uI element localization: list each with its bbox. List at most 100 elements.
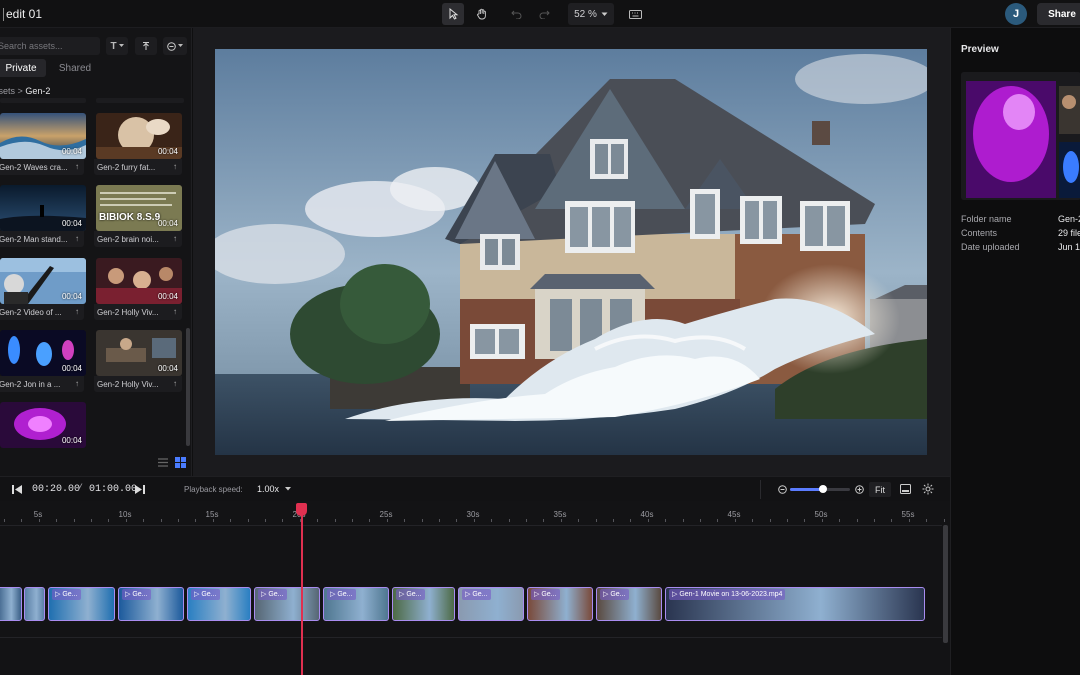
asset-thumbnail[interactable]: BIBIOK 8.S.9 00:04 <box>96 185 182 231</box>
contents-label: Contents <box>961 228 998 238</box>
pin-icon[interactable]: ↑ <box>173 379 177 388</box>
ruler-tick <box>735 519 736 522</box>
hand-icon <box>477 8 486 20</box>
ruler-tick <box>526 519 527 522</box>
redo-button[interactable] <box>533 3 555 25</box>
current-time: 00:20.00 <box>32 484 81 495</box>
asset-caption: Gen-2 Holly Viv... ↑ <box>94 304 182 320</box>
timeline-clip[interactable]: ▷ Ge... <box>527 587 593 621</box>
asset-thumbnail[interactable]: 00:04 <box>0 113 86 159</box>
playback-speed-select[interactable]: 1.00x <box>257 484 279 494</box>
timeline[interactable]: 5s10s15s20s25s30s35s40s45s50s55s ▷ Ge...… <box>0 501 950 675</box>
ruler-tick <box>265 519 266 522</box>
ruler-tick <box>700 519 701 522</box>
ruler-tick <box>352 519 353 522</box>
hide-filter-button[interactable] <box>163 37 187 55</box>
asset-thumbnail[interactable]: 00:04 <box>0 185 86 231</box>
asset-thumbnail[interactable]: 00:04 <box>96 113 182 159</box>
ruler-tick <box>143 519 144 522</box>
pin-icon[interactable]: ↑ <box>75 379 79 388</box>
asset-duration: 00:04 <box>157 364 178 373</box>
timeline-clip[interactable]: ▷ Ge... <box>458 587 524 621</box>
zoom-in-icon[interactable] <box>855 485 864 494</box>
tab-shared[interactable]: Shared <box>52 59 98 77</box>
settings-icon[interactable] <box>922 483 934 495</box>
asset-thumbnail[interactable]: 00:04 <box>0 402 86 448</box>
user-avatar[interactable]: J <box>1005 3 1027 25</box>
skip-back-icon[interactable] <box>12 485 22 494</box>
timeline-clip[interactable]: ▷ Gen-1 Movie on 13-06-2023.mp4 <box>665 587 925 621</box>
zoom-value: 52 % <box>574 8 597 20</box>
timeline-clip[interactable]: ▷ Ge... <box>254 587 320 621</box>
timeline-clip[interactable]: ▷ Ge... <box>187 587 251 621</box>
ruler-tick <box>282 519 283 522</box>
upload-button[interactable] <box>135 37 157 55</box>
share-button[interactable]: Share <box>1037 3 1080 25</box>
asset-thumbnail[interactable]: 00:04 <box>96 258 182 304</box>
select-tool-button[interactable] <box>442 3 464 25</box>
clip-label: ▷ Ge... <box>258 589 287 600</box>
ruler-tick <box>4 519 5 522</box>
zoom-select[interactable]: 52 % <box>568 3 614 25</box>
ruler-tick <box>456 519 457 522</box>
zoom-out-icon[interactable] <box>778 485 787 494</box>
hand-tool-button[interactable] <box>471 3 493 25</box>
timeline-clip[interactable] <box>0 587 22 621</box>
timeline-clip[interactable]: ▷ Ge... <box>323 587 389 621</box>
track-area: ▷ Ge... ▷ Ge... ▷ Ge... ▷ Ge... ▷ Ge... ▷ Ge.… <box>0 525 942 675</box>
pin-icon[interactable]: ↑ <box>75 162 79 171</box>
list-view-icon <box>158 457 168 467</box>
assets-scrollbar[interactable] <box>186 328 190 446</box>
pin-icon[interactable]: ↑ <box>75 307 79 316</box>
chevron-down-icon[interactable] <box>285 487 291 491</box>
timeline-clip[interactable]: ▷ Ge... <box>118 587 184 621</box>
breadcrumb-root[interactable]: Assets <box>0 86 15 96</box>
keyboard-shortcuts-button[interactable] <box>624 3 646 25</box>
fit-button[interactable]: Fit <box>869 482 891 497</box>
video-preview[interactable] <box>215 49 927 455</box>
timeline-clip[interactable]: ▷ Ge... <box>596 587 662 621</box>
timeline-clip[interactable]: ▷ Ge... <box>392 587 455 621</box>
ruler-tick <box>839 519 840 522</box>
timeline-clip[interactable] <box>24 587 45 621</box>
playhead-handle[interactable] <box>296 503 307 516</box>
undo-button[interactable] <box>505 3 527 25</box>
grid-view-icon <box>174 456 186 468</box>
grid-view-button[interactable] <box>174 456 186 468</box>
timeline-zoom-slider[interactable] <box>790 485 850 493</box>
search-assets-input[interactable] <box>0 37 100 55</box>
caption-icon[interactable] <box>900 484 911 494</box>
folder-details-panel: Preview Folder name Gen-2 Contents 29 fi… <box>950 28 1080 675</box>
clip-label: ▷ Ge... <box>531 589 560 600</box>
skip-forward-icon[interactable] <box>135 485 145 494</box>
breadcrumb: Assets > Gen-2 <box>0 86 50 96</box>
timeline-scrollbar[interactable] <box>943 525 948 643</box>
pin-icon[interactable]: ↑ <box>173 234 177 243</box>
text-filter-button[interactable]: T <box>106 37 128 55</box>
ruler-tick <box>195 519 196 522</box>
ruler-label: 35s <box>553 510 567 519</box>
project-title[interactable]: edit 01 <box>2 7 42 21</box>
ruler-tick <box>108 519 109 522</box>
track-divider <box>0 637 942 638</box>
ruler-label: 5s <box>33 510 43 519</box>
pin-icon[interactable]: ↑ <box>173 307 177 316</box>
timeline-ruler[interactable]: 5s10s15s20s25s30s35s40s45s50s55s <box>0 501 950 523</box>
pin-icon[interactable]: ↑ <box>173 162 177 171</box>
zoom-slider-handle[interactable] <box>819 485 827 493</box>
ruler-tick <box>439 519 440 522</box>
ruler-tick <box>491 519 492 522</box>
asset-thumbnail[interactable]: 00:04 <box>96 330 182 376</box>
breadcrumb-current: Gen-2 <box>25 86 51 96</box>
ruler-tick <box>230 519 231 522</box>
timeline-clip[interactable]: ▷ Ge... <box>48 587 115 621</box>
asset-thumbnail[interactable]: 00:04 <box>0 258 86 304</box>
ruler-tick <box>648 519 649 522</box>
pin-icon[interactable]: ↑ <box>75 234 79 243</box>
list-view-button[interactable] <box>157 456 169 468</box>
grid-top-divider <box>96 98 184 103</box>
assets-panel: T Private Shared Assets > Gen-2 00:04 Ge… <box>0 28 192 478</box>
asset-thumbnail[interactable]: 00:04 <box>0 330 86 376</box>
clip-label: ▷ Ge... <box>191 589 220 600</box>
tab-private[interactable]: Private <box>0 59 46 77</box>
